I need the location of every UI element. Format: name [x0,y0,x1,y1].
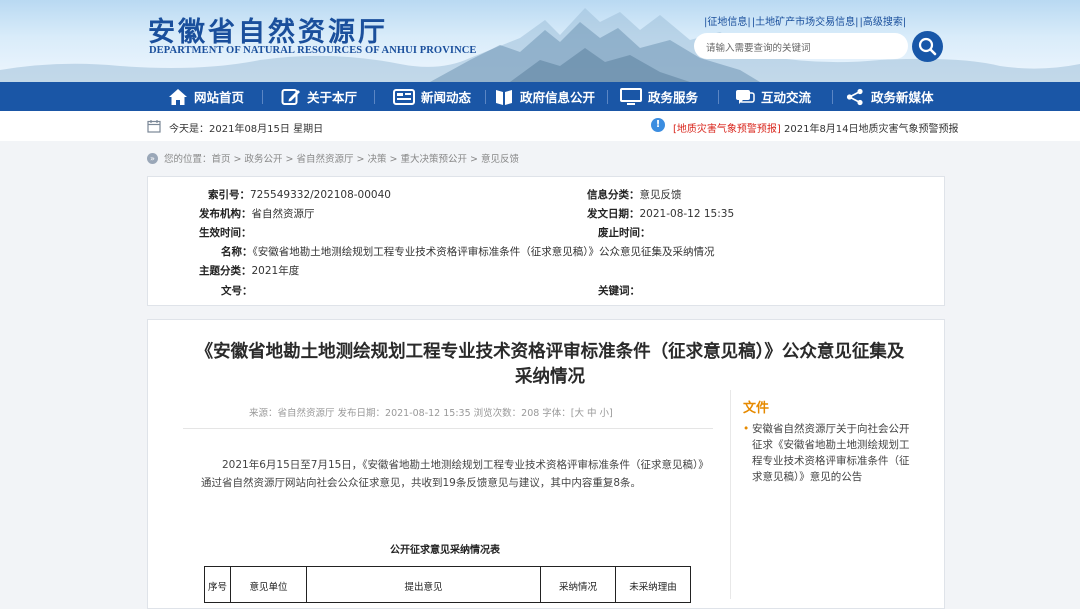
nav-home[interactable]: 网站首页 [168,82,244,111]
th-index: 序号 [204,566,231,603]
nav-home-label: 网站首页 [194,90,245,105]
nav-divider [718,90,719,104]
bullet-icon: • [743,423,750,435]
breadcrumb: » 您的位置：首页 > 政务公开 > 省自然资源厅 > 决策 > 重大决策预公开… [147,151,519,165]
nav-services[interactable]: 政务服务 [620,82,698,111]
sidebar-file-link-text: 安徽省自然资源厅关于向社会公开征求《安徽省地勘土地测绘规划工程专业技术资格评审标… [752,423,910,483]
nav-gov-info[interactable]: 政府信息公开 [494,82,595,111]
meta-category: 信息分类：意见反馈 [587,187,682,202]
sidebar-heading: 文件 [743,401,770,416]
info-bar: 今天是：2021年08月15日 星期日 ! [地质灾害气象预警预报] 2021年… [0,111,1080,141]
nav-interaction[interactable]: 互动交流 [735,82,811,111]
table-header-row: 序号 意见单位 提出意见 采纳情况 未采纳理由 [204,566,691,603]
nav-new-media-label: 政务新媒体 [871,90,934,105]
th-unit: 意见单位 [230,566,307,603]
nav-divider [485,90,486,104]
table-title: 公开征求意见采纳情况表 [390,545,500,556]
th-adoption: 采纳情况 [540,566,616,603]
meta-name-value: 《安徽省地勘土地测绘规划工程专业技术资格评审标准条件（征求意见稿）》公众意见征集… [252,246,715,258]
link-advanced-search[interactable]: |高级搜索| [860,17,907,28]
alert-icon: ! [651,118,665,132]
site-header: 安徽省自然资源厅 DEPARTMENT OF NATURAL RESOURCES… [0,0,1080,82]
edit-icon [281,88,300,105]
share-icon [846,88,863,105]
meta-docno: 文号： [221,283,253,298]
meta-repeal-label: 废止时间： [598,227,651,239]
meta-category-label: 信息分类： [587,189,640,201]
meta-index: 索引号：725549332/202108-00040 [208,187,391,202]
th-opinion: 提出意见 [306,566,541,603]
link-market-trading[interactable]: |土地矿产市场交易信息| [752,17,859,28]
article-meta-line: 来源：省自然资源厅 发布日期：2021-08-12 15:35 浏览次数：208… [249,408,613,419]
meta-topic: 主题分类：2021年度 [199,263,299,278]
article-title: 《安徽省地勘土地测绘规划工程专业技术资格评审标准条件（征求意见稿）》公众意见征集… [195,342,905,387]
article-paragraph: 2021年6月15日至7月15日，《安徽省地勘土地测绘规划工程专业技术资格评审标… [201,459,704,489]
nav-about-label: 关于本厅 [307,90,358,105]
meta-date-label: 发文日期： [587,208,640,220]
meta-org-label: 发布机构： [199,208,252,220]
search-input[interactable]: 请输入需要查询的关键词 [694,33,908,59]
meta-index-label: 索引号： [208,189,250,201]
nav-about[interactable]: 关于本厅 [281,82,357,111]
nav-divider [374,90,375,104]
news-icon [393,88,415,105]
link-land-acquisition[interactable]: |征地信息| [704,17,751,28]
nav-news[interactable]: 新闻动态 [393,82,471,111]
meta-effective: 生效时间： [199,225,252,240]
meta-keywords: 关键词： [598,283,640,298]
meta-date-value: 2021-08-12 15:35 [639,208,735,220]
search-button[interactable] [912,31,943,62]
meta-org-value: 省自然资源厅 [251,208,315,220]
nav-services-label: 政务服务 [648,90,699,105]
nav-news-label: 新闻动态 [421,90,472,105]
today-date: 今天是：2021年08月15日 星期日 [169,124,324,135]
search-icon [918,37,937,56]
site-logo-title[interactable]: 安徽省自然资源厅 [148,10,388,49]
nav-new-media[interactable]: 政务新媒体 [845,82,934,111]
site-logo-subtitle: DEPARTMENT OF NATURAL RESOURCES OF ANHUI… [149,45,477,56]
alert-ticker[interactable]: [地质灾害气象预警预报] 2021年8月14日地质灾害气象预警预报 [673,120,959,135]
home-icon [169,88,187,105]
article-divider [183,428,713,429]
meta-keywords-label: 关键词： [598,285,640,297]
nav-gov-info-label: 政府信息公开 [520,90,596,105]
top-links: |征地信息||土地矿产市场交易信息||高级搜索| [704,13,907,28]
meta-name-label: 名称： [221,246,253,258]
calendar-icon [147,120,161,133]
alert-tag: [地质灾害气象预警预报] [673,124,781,135]
nav-divider [607,90,608,104]
feedback-table: 序号 意见单位 提出意见 采纳情况 未采纳理由 [204,566,691,603]
main-nav: 网站首页 关于本厅 新闻动态 政府信息公开 政务服务 互动交流 政务新媒体 [0,82,1080,111]
breadcrumb-text[interactable]: 您的位置：首页 > 政务公开 > 省自然资源厅 > 决策 > 重大决策预公开 >… [164,151,519,165]
th-reason: 未采纳理由 [615,566,691,603]
chat-icon [736,89,755,104]
sidebar-file-link[interactable]: • 安徽省自然资源厅关于向社会公开征求《安徽省地勘土地测绘规划工程专业技术资格评… [743,421,913,485]
meta-effective-label: 生效时间： [199,227,252,239]
nav-divider [832,90,833,104]
location-icon: » [147,152,158,164]
nav-divider [262,90,263,104]
meta-topic-value: 2021年度 [251,265,300,277]
book-icon [496,89,512,105]
nav-interaction-label: 互动交流 [761,90,812,105]
meta-org: 发布机构：省自然资源厅 [199,206,315,221]
meta-date: 发文日期：2021-08-12 15:35 [587,206,734,221]
meta-index-value: 725549332/202108-00040 [250,189,391,201]
meta-category-value: 意见反馈 [639,189,682,201]
meta-topic-label: 主题分类： [199,265,252,277]
meta-docno-label: 文号： [221,285,253,297]
alert-message: 2021年8月14日地质灾害气象预警预报 [780,124,959,135]
monitor-icon [620,87,642,105]
meta-name: 名称：《安徽省地勘土地测绘规划工程专业技术资格评审标准条件（征求意见稿）》公众意… [221,244,715,259]
sidebar-divider [730,390,731,599]
meta-repeal: 废止时间： [598,225,651,240]
